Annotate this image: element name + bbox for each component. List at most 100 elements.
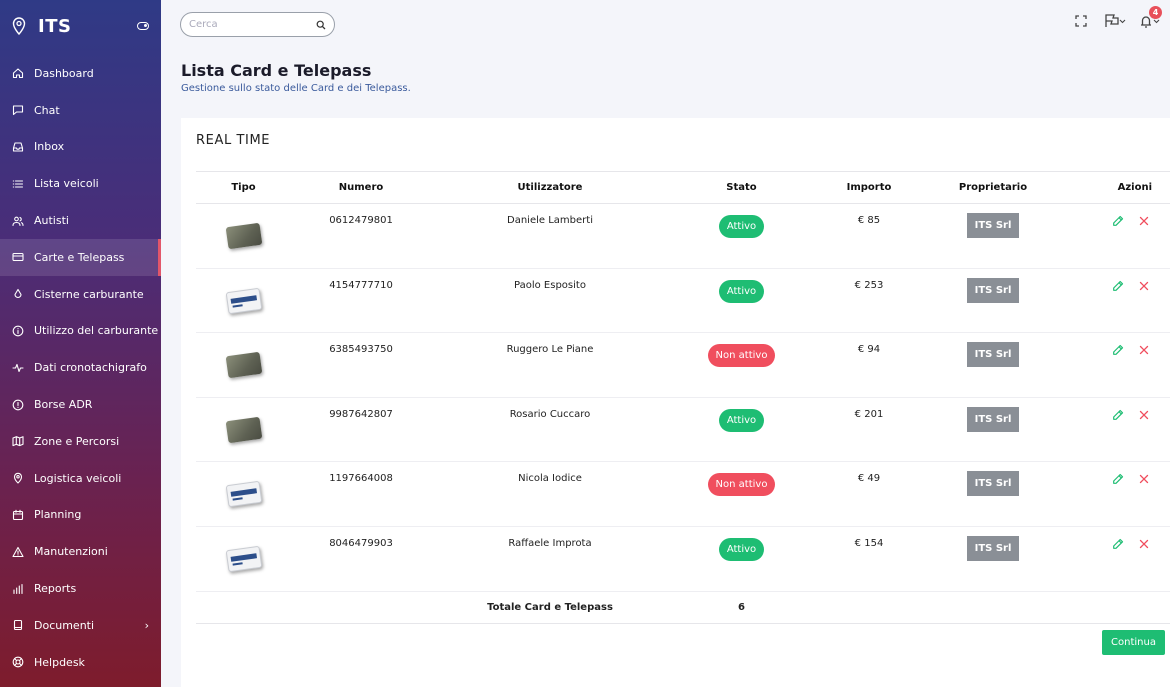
search-box[interactable] (180, 12, 335, 37)
sidebar-item-borse-adr[interactable]: Borse ADR (0, 386, 161, 423)
column-header-importo: Importo (814, 171, 924, 204)
table-row: 4154777710 Paolo Esposito Attivo € 253 ITS S… (196, 268, 1170, 334)
sidebar-item-planning[interactable]: Planning (0, 497, 161, 534)
sidebar-item-zone-e-percorsi[interactable]: Zone e Percorsi (0, 423, 161, 460)
cell-utilizzatore: Daniele Lamberti (431, 203, 669, 269)
cell-importo: € 154 (814, 526, 924, 592)
sidebar-item-reports[interactable]: Reports (0, 570, 161, 607)
telepass-image (225, 287, 262, 314)
sidebar-item-label: Reports (34, 582, 77, 596)
sidebar-item-carte-e-telepass[interactable]: Carte e Telepass (0, 238, 161, 276)
document-icon (12, 619, 24, 631)
cards-panel: REAL TIME Tipo Numero Utilizzatore Stato… (181, 118, 1170, 687)
delete-x-icon[interactable] (1138, 538, 1150, 550)
table-row: 1197664008 Nicola Iodice Non attivo € 49 ITS… (196, 461, 1170, 527)
column-header-azioni: Azioni (1062, 171, 1170, 204)
edit-pencil-icon[interactable] (1112, 409, 1124, 421)
status-badge: Attivo (718, 537, 765, 561)
cell-numero: 6385493750 (291, 332, 431, 398)
table-row: 0612479801 Daniele Lamberti Attivo € 85 ITS … (196, 203, 1170, 269)
status-badge: Attivo (718, 408, 765, 432)
fuel-card-image (225, 351, 262, 379)
edit-pencil-icon[interactable] (1112, 280, 1124, 292)
column-header-tipo: Tipo (196, 171, 291, 204)
sidebar-item-manutenzioni[interactable]: Manutenzioni (0, 533, 161, 570)
edit-pencil-icon[interactable] (1112, 215, 1124, 227)
sidebar-item-dati-cronotachigrafo[interactable]: Dati cronotachigrafo (0, 349, 161, 386)
brand: ITS (0, 0, 161, 52)
fuel-card-image (225, 416, 262, 444)
sidebar-item-label: Documenti (34, 618, 95, 632)
edit-pencil-icon[interactable] (1112, 344, 1124, 356)
sidebar-item-logistica-veicoli[interactable]: Logistica veicoli (0, 460, 161, 497)
topbar: 4 (161, 0, 1170, 52)
sidebar-item-autisti[interactable]: Autisti (0, 202, 161, 239)
owner-badge: ITS Srl (966, 213, 1020, 238)
delete-x-icon[interactable] (1138, 280, 1150, 292)
sidebar-item-label: Helpdesk (34, 655, 85, 669)
sidebar-item-chat[interactable]: Chat (0, 92, 161, 129)
sidebar-item-label: Borse ADR (34, 398, 93, 412)
cell-numero: 4154777710 (291, 268, 431, 334)
delete-x-icon[interactable] (1138, 344, 1150, 356)
sidebar-item-label: Zone e Percorsi (34, 434, 120, 448)
edit-pencil-icon[interactable] (1112, 538, 1124, 550)
total-value: 6 (669, 591, 814, 624)
sidebar-item-inbox[interactable]: Inbox (0, 129, 161, 166)
table-header-row: Tipo Numero Utilizzatore Stato Importo P… (196, 171, 1170, 204)
panel-title: REAL TIME (196, 133, 271, 148)
sidebar-item-utilizzo-del-carburante[interactable]: Utilizzo del carburante (0, 313, 161, 350)
sidebar-nav: Dashboard Chat Inbox Lista veicoli Autisti Ca… (0, 55, 161, 681)
sidebar-item-label: Dashboard (34, 66, 94, 80)
location-pin-icon (12, 17, 26, 35)
status-badge: Attivo (718, 215, 765, 238)
map-icon (12, 435, 24, 447)
owner-badge: ITS Srl (966, 406, 1020, 432)
cards-table: Tipo Numero Utilizzatore Stato Importo P… (196, 171, 1170, 624)
column-header-stato: Stato (669, 171, 814, 204)
fullscreen-icon[interactable] (1070, 12, 1092, 30)
sidebar-item-label: Inbox (34, 140, 65, 154)
cell-importo: € 85 (814, 203, 924, 269)
cell-utilizzatore: Raffaele Improta (431, 526, 669, 592)
sidebar-item-documenti[interactable]: Documenti › (0, 607, 161, 644)
continue-button[interactable]: Continua (1102, 630, 1165, 655)
cell-numero: 8046479903 (291, 526, 431, 592)
owner-badge: ITS Srl (966, 535, 1020, 561)
cell-numero: 0612479801 (291, 203, 431, 269)
page-title: Lista Card e Telepass (181, 61, 372, 80)
card-icon (12, 251, 24, 263)
sidebar-item-dashboard[interactable]: Dashboard (0, 55, 161, 92)
inbox-icon (12, 141, 24, 153)
page-subtitle: Gestione sullo stato delle Card e dei Te… (181, 83, 411, 94)
sidebar-item-helpdesk[interactable]: Helpdesk (0, 644, 161, 681)
sidebar-item-label: Planning (34, 508, 82, 522)
activity-icon (12, 362, 24, 374)
search-input[interactable] (189, 19, 316, 30)
sidebar-item-label: Utilizzo del carburante (34, 324, 159, 338)
drop-icon (12, 288, 24, 300)
list-icon (12, 178, 24, 190)
edit-pencil-icon[interactable] (1112, 473, 1124, 485)
sidebar-toggle-icon[interactable] (137, 22, 149, 30)
app-name: ITS (38, 15, 72, 37)
delete-x-icon[interactable] (1138, 409, 1150, 421)
sidebar-item-cisterne-carburante[interactable]: Cisterne carburante (0, 276, 161, 313)
search-icon[interactable] (316, 20, 326, 30)
bar-chart-icon (12, 583, 24, 595)
sidebar-item-label: Autisti (34, 214, 69, 228)
sidebar-item-label: Chat (34, 103, 60, 117)
notifications-bell-icon[interactable]: 4 (1138, 6, 1162, 30)
language-flag-icon[interactable] (1104, 12, 1126, 30)
sidebar-item-lista-veicoli[interactable]: Lista veicoli (0, 165, 161, 202)
cell-importo: € 49 (814, 461, 924, 527)
info-icon (12, 325, 24, 337)
column-header-proprietario: Proprietario (924, 171, 1062, 204)
delete-x-icon[interactable] (1138, 473, 1150, 485)
warning-icon (12, 546, 24, 558)
sidebar-item-label: Dati cronotachigrafo (34, 361, 147, 375)
table-row: 6385493750 Ruggero Le Piane Non attivo € 94… (196, 332, 1170, 398)
delete-x-icon[interactable] (1138, 215, 1150, 227)
sidebar-item-label: Carte e Telepass (34, 250, 125, 264)
page-header: Lista Card e Telepass Gestione sullo sta… (181, 61, 411, 94)
